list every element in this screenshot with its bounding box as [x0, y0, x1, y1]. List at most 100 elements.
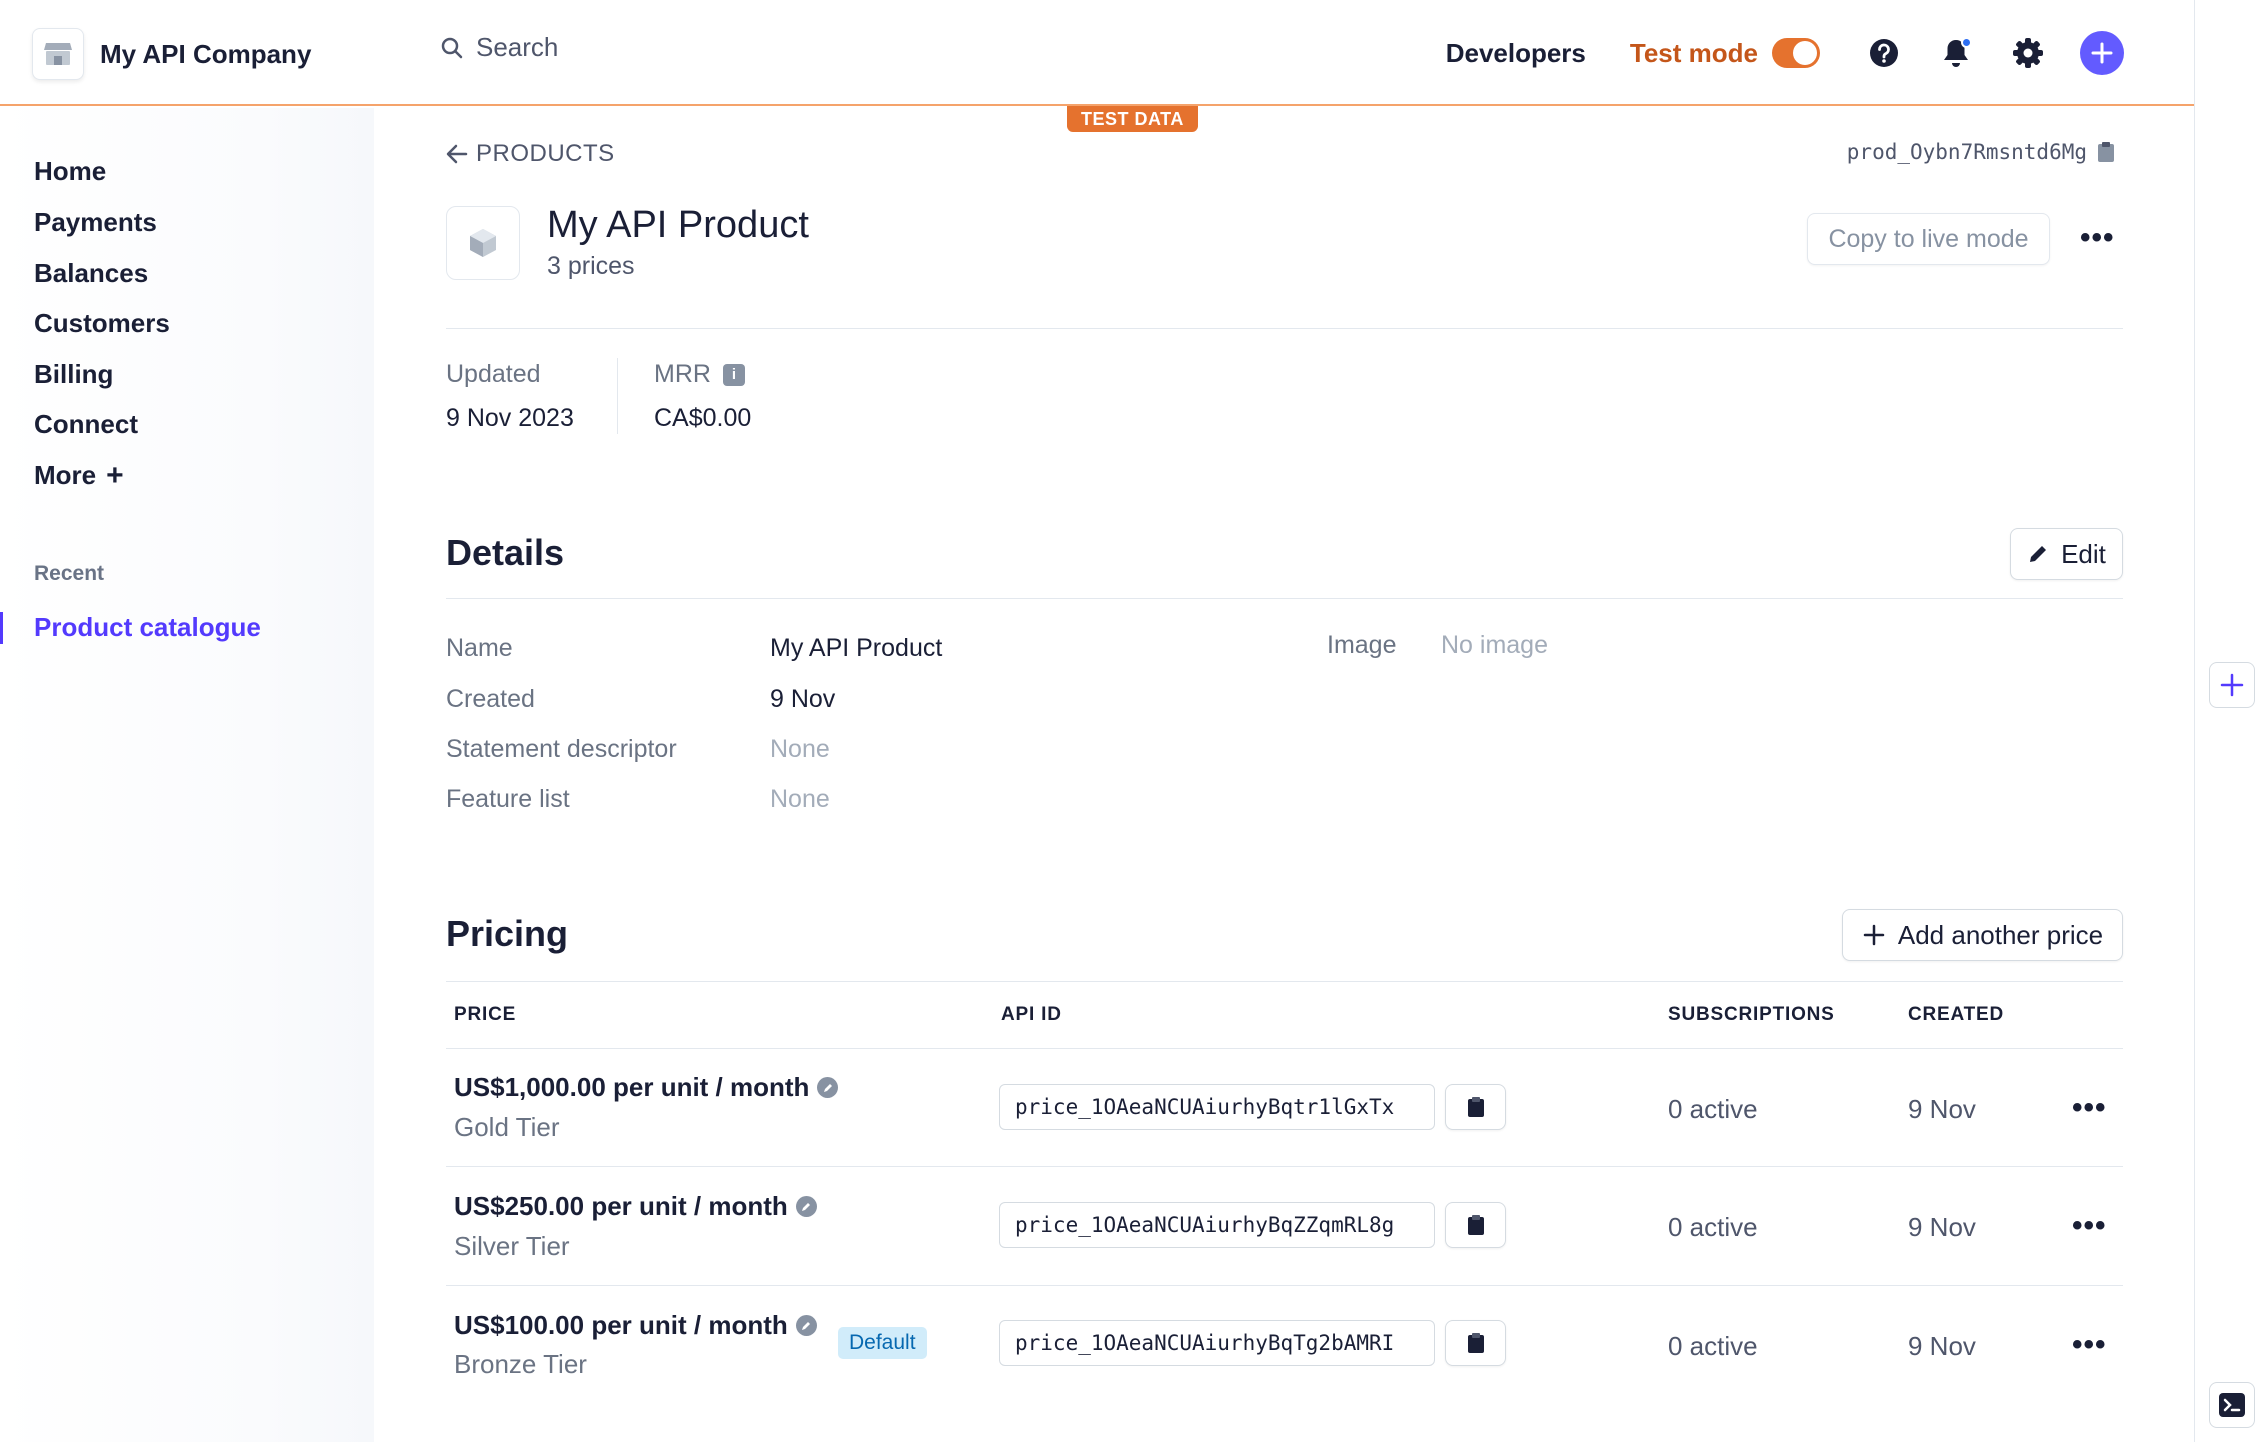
subscriptions-count: 0 active	[1668, 1094, 1758, 1124]
field-value-image: No image	[1441, 631, 1548, 659]
info-icon[interactable]: i	[722, 363, 745, 386]
field-label-image: Image	[1327, 631, 1397, 659]
product-id-text: prod_Oybn7Rmsntd6Mg	[1846, 140, 2087, 164]
mrr-label-text: MRR	[654, 360, 711, 388]
pencil-icon	[2030, 546, 2047, 562]
store-icon	[32, 28, 84, 80]
edit-button[interactable]: Edit	[2010, 528, 2123, 580]
column-header-api-id: API ID	[1001, 1004, 1062, 1025]
arrow-left-icon	[446, 144, 468, 164]
sidebar-item-connect[interactable]: Connect	[34, 409, 138, 440]
field-value-name: My API Product	[770, 634, 943, 662]
add-another-price-label: Add another price	[1897, 919, 2104, 950]
test-mode-toggle[interactable]: Test mode	[1630, 38, 1820, 69]
column-header-price: PRICE	[454, 1004, 517, 1025]
field-value-statement-descriptor: None	[770, 735, 830, 763]
sidebar-item-customers[interactable]: Customers	[34, 308, 170, 339]
search-placeholder: Search	[476, 32, 559, 62]
product-price-count: 3 prices	[547, 252, 635, 280]
price-text: US$100.00 per unit / month	[454, 1310, 788, 1340]
mrr-value: CA$0.00	[654, 404, 752, 432]
plus-icon	[1863, 924, 1885, 946]
developers-link[interactable]: Developers	[1446, 38, 1586, 69]
product-cube-icon	[446, 206, 520, 280]
recent-heading: Recent	[34, 562, 105, 585]
details-heading: Details	[446, 532, 565, 573]
column-header-subscriptions: SUBSCRIPTIONS	[1668, 1004, 1835, 1025]
edit-price-icon[interactable]	[795, 1315, 817, 1336]
divider	[446, 598, 2123, 599]
default-badge: Default	[838, 1327, 927, 1359]
tier-name: Bronze Tier	[454, 1349, 587, 1379]
plus-icon: +	[106, 458, 124, 492]
field-label-name: Name	[446, 634, 513, 662]
sidebar: Home Payments Balances Customers Billing…	[0, 108, 374, 1442]
subscriptions-count: 0 active	[1668, 1212, 1758, 1242]
add-another-price-button[interactable]: Add another price	[1842, 909, 2123, 961]
breadcrumb-products[interactable]: PRODUCTS	[446, 140, 615, 168]
add-panel-icon[interactable]	[2209, 662, 2255, 708]
created-date: 9 Nov	[1908, 1212, 1976, 1242]
product-title: My API Product	[547, 204, 809, 246]
company-name: My API Company	[100, 38, 312, 69]
clipboard-icon[interactable]	[1445, 1084, 1506, 1130]
sidebar-item-payments[interactable]: Payments	[34, 207, 157, 238]
breadcrumb-label: PRODUCTS	[476, 140, 615, 167]
tier-name: Gold Tier	[454, 1112, 560, 1142]
price-amount: US$1,000.00 per unit / month	[454, 1072, 839, 1103]
divider	[446, 1166, 2123, 1167]
terminal-icon[interactable]	[2209, 1382, 2255, 1428]
field-label-created: Created	[446, 685, 535, 713]
updated-label-text: Updated	[446, 360, 541, 388]
updated-label: Updated	[446, 360, 541, 389]
row-more-menu-icon[interactable]: •••	[2072, 1211, 2107, 1241]
create-plus-icon[interactable]	[2080, 31, 2124, 75]
column-header-created: CREATED	[1908, 1004, 2005, 1025]
tier-name: Silver Tier	[454, 1231, 570, 1261]
api-id-field[interactable]: price_1OAeaNCUAiurhyBqtr1lGxTx	[999, 1084, 1435, 1130]
edit-button-label: Edit	[2061, 538, 2106, 569]
created-date: 9 Nov	[1908, 1094, 1976, 1124]
price-text: US$250.00 per unit / month	[454, 1191, 788, 1221]
product-more-menu-icon[interactable]: •••	[2080, 223, 2115, 253]
toggle-switch[interactable]	[1772, 38, 1820, 68]
search-input[interactable]: Search	[440, 32, 558, 63]
help-icon[interactable]	[1864, 33, 1904, 73]
notification-dot	[1961, 37, 1972, 48]
row-more-menu-icon[interactable]: •••	[2072, 1093, 2107, 1123]
sidebar-item-more[interactable]: More +	[34, 460, 124, 491]
sidebar-item-balances[interactable]: Balances	[34, 258, 148, 289]
field-value-feature-list: None	[770, 785, 830, 813]
subscriptions-count: 0 active	[1668, 1331, 1758, 1361]
price-amount: US$250.00 per unit / month	[454, 1191, 817, 1222]
api-id-field[interactable]: price_1OAeaNCUAiurhyBqTg2bAMRI	[999, 1320, 1435, 1366]
sidebar-item-home[interactable]: Home	[34, 156, 106, 187]
search-icon	[441, 37, 463, 58]
copy-to-live-mode-button[interactable]: Copy to live mode	[1807, 213, 2050, 265]
field-label-feature-list: Feature list	[446, 785, 570, 813]
field-value-created: 9 Nov	[770, 685, 836, 713]
sidebar-item-product-catalogue[interactable]: Product catalogue	[34, 612, 261, 643]
updated-value: 9 Nov 2023	[446, 404, 574, 432]
account-switcher[interactable]: My API Company	[32, 28, 311, 80]
settings-gear-icon[interactable]	[2008, 33, 2048, 73]
clipboard-icon[interactable]	[1445, 1202, 1506, 1248]
price-text: US$1,000.00 per unit / month	[454, 1072, 810, 1102]
notifications-icon[interactable]	[1936, 33, 1976, 73]
row-more-menu-icon[interactable]: •••	[2072, 1330, 2107, 1360]
top-bar: My API Company Search Developers Test mo…	[0, 0, 2194, 106]
sidebar-item-billing[interactable]: Billing	[34, 359, 113, 390]
field-label-statement-descriptor: Statement descriptor	[446, 735, 677, 763]
product-id[interactable]: prod_Oybn7Rmsntd6Mg	[1847, 140, 2115, 164]
active-indicator	[0, 612, 3, 644]
stats-divider	[617, 358, 618, 434]
edit-price-icon[interactable]	[817, 1077, 839, 1098]
mrr-label: MRR i	[654, 360, 745, 389]
test-mode-label: Test mode	[1629, 37, 1758, 68]
api-id-field[interactable]: price_1OAeaNCUAiurhyBqZZqmRL8g	[999, 1202, 1435, 1248]
clipboard-icon[interactable]	[2097, 141, 2115, 163]
created-date: 9 Nov	[1908, 1331, 1976, 1361]
clipboard-icon[interactable]	[1445, 1320, 1506, 1366]
edit-price-icon[interactable]	[795, 1196, 817, 1217]
divider	[446, 1048, 2123, 1049]
